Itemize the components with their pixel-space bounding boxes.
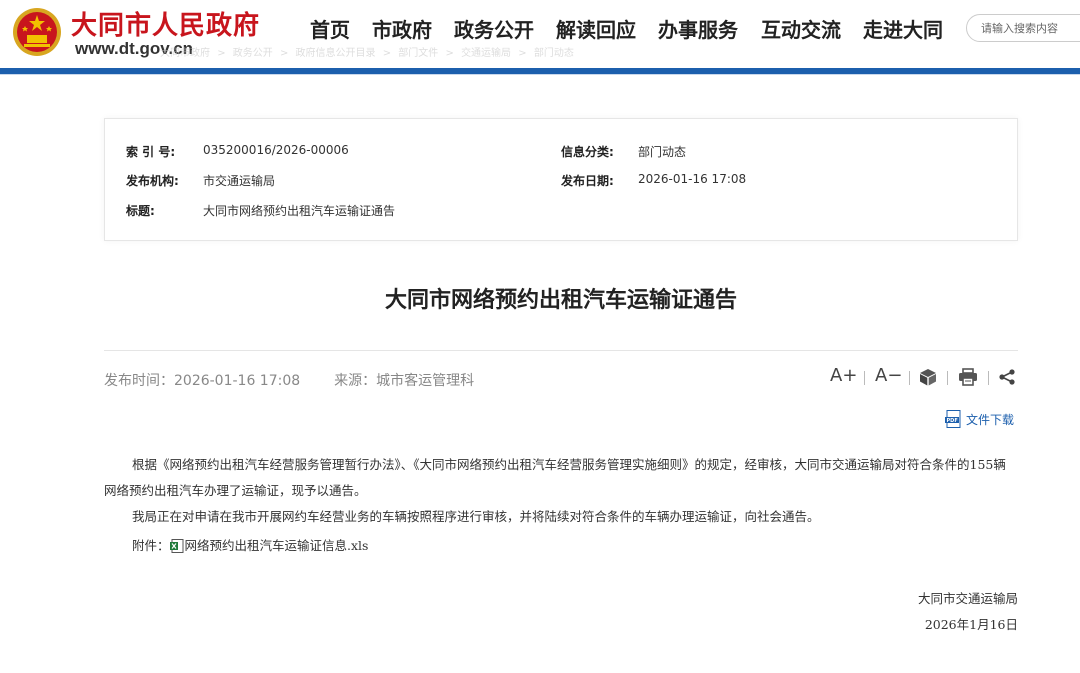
share-icon[interactable]	[998, 369, 1016, 390]
breadcrumb-item[interactable]: 政务公开	[233, 48, 273, 59]
breadcrumb-separator: >	[518, 48, 527, 59]
toolbar-separator	[988, 371, 989, 385]
title-value: 大同市网络预约出租汽车运输证通告	[203, 204, 396, 218]
publisher-label: 发布机构:	[126, 174, 179, 188]
toolbar-separator	[909, 371, 910, 385]
category-label: 信息分类:	[561, 145, 614, 159]
header-divider-light	[0, 74, 1080, 75]
attachment-file-link[interactable]: 网络预约出租汽车运输证信息.xls	[185, 538, 369, 553]
toolbar-separator	[864, 371, 865, 385]
nav-item-about[interactable]: 走进大同	[863, 14, 943, 43]
national-emblem-icon[interactable]	[12, 6, 62, 58]
breadcrumb-item[interactable]: 政府信息公开目录	[296, 48, 376, 59]
breadcrumb-separator: >	[279, 48, 289, 59]
toolbar-separator	[947, 371, 948, 385]
site-header: 大同市人民政府 www.dt.gov.cn 大同市政府 > 政务公开 > 政府信…	[0, 0, 1080, 68]
breadcrumb-separator: >	[382, 48, 392, 59]
category-value: 部门动态	[638, 145, 687, 159]
title-label: 标题:	[126, 204, 155, 218]
nav-item-home[interactable]: 首页	[310, 14, 350, 43]
breadcrumb-item[interactable]: 大同市政府	[160, 48, 210, 59]
breadcrumb-item[interactable]: 部门动态	[534, 48, 574, 59]
file-download-label[interactable]: 文件下载	[966, 411, 1014, 428]
search-input[interactable]	[981, 20, 1080, 36]
date-value: 2026-01-16 17:08	[638, 172, 747, 186]
info-box: 索 引 号: 035200016/2026-00006 信息分类: 部门动态 发…	[104, 118, 1018, 241]
search-box	[966, 14, 1080, 42]
nav-item-services[interactable]: 办事服务	[658, 14, 738, 43]
nav-item-open-affairs[interactable]: 政务公开	[454, 14, 534, 43]
publish-time: 发布时间：2026-01-16 17:08	[104, 373, 301, 389]
index-value: 035200016/2026-00006	[203, 143, 349, 157]
svg-text:PDF: PDF	[947, 418, 958, 424]
nav-item-government[interactable]: 市政府	[372, 14, 432, 43]
nav-item-interaction[interactable]: 互动交流	[761, 14, 841, 43]
print-icon[interactable]	[958, 368, 978, 391]
signature-date: 2026年1月16日	[924, 617, 1018, 632]
index-label: 索 引 号:	[126, 145, 176, 159]
breadcrumb-item[interactable]: 部门文件	[398, 48, 438, 59]
paragraph: 根据《网络预约出租汽车经营服务管理暂行办法》、《大同市网络预约出租汽车经营服务管…	[104, 457, 1006, 498]
pdf-icon: PDF	[945, 410, 963, 432]
meta-divider	[104, 350, 1018, 351]
font-smaller-button[interactable]: A−	[875, 365, 902, 386]
article-title: 大同市网络预约出租汽车运输证通告	[384, 288, 737, 313]
excel-file-icon	[169, 539, 184, 556]
date-label: 发布日期:	[561, 174, 614, 188]
article-meta: 发布时间：2026-01-16 17:08 来源：城市客运管理科	[104, 370, 474, 390]
breadcrumb: 大同市政府 > 政务公开 > 政府信息公开目录 > 部门文件 > 交通运输局 >…	[160, 44, 578, 59]
attachment: 附件： 网络预约出租汽车运输证信息.xls	[132, 535, 368, 556]
site-title[interactable]: 大同市人民政府	[71, 5, 260, 42]
attachment-label: 附件：	[132, 538, 170, 553]
paragraph: 我局正在对申请在我市开展网约车经营业务的车辆按照程序进行审核，并将陆续对符合条件…	[132, 509, 820, 524]
publisher-value: 市交通运输局	[203, 174, 276, 188]
breadcrumb-separator: >	[217, 48, 226, 59]
breadcrumb-item[interactable]: 交通运输局	[461, 48, 511, 59]
cube-icon[interactable]	[919, 368, 937, 391]
font-larger-button[interactable]: A+	[830, 365, 857, 386]
signature-org: 大同市交通运输局	[917, 591, 1018, 606]
breadcrumb-separator: >	[445, 48, 454, 59]
nav-item-interpretation[interactable]: 解读回应	[556, 14, 636, 43]
article-source: 来源：城市客运管理科	[334, 373, 475, 389]
